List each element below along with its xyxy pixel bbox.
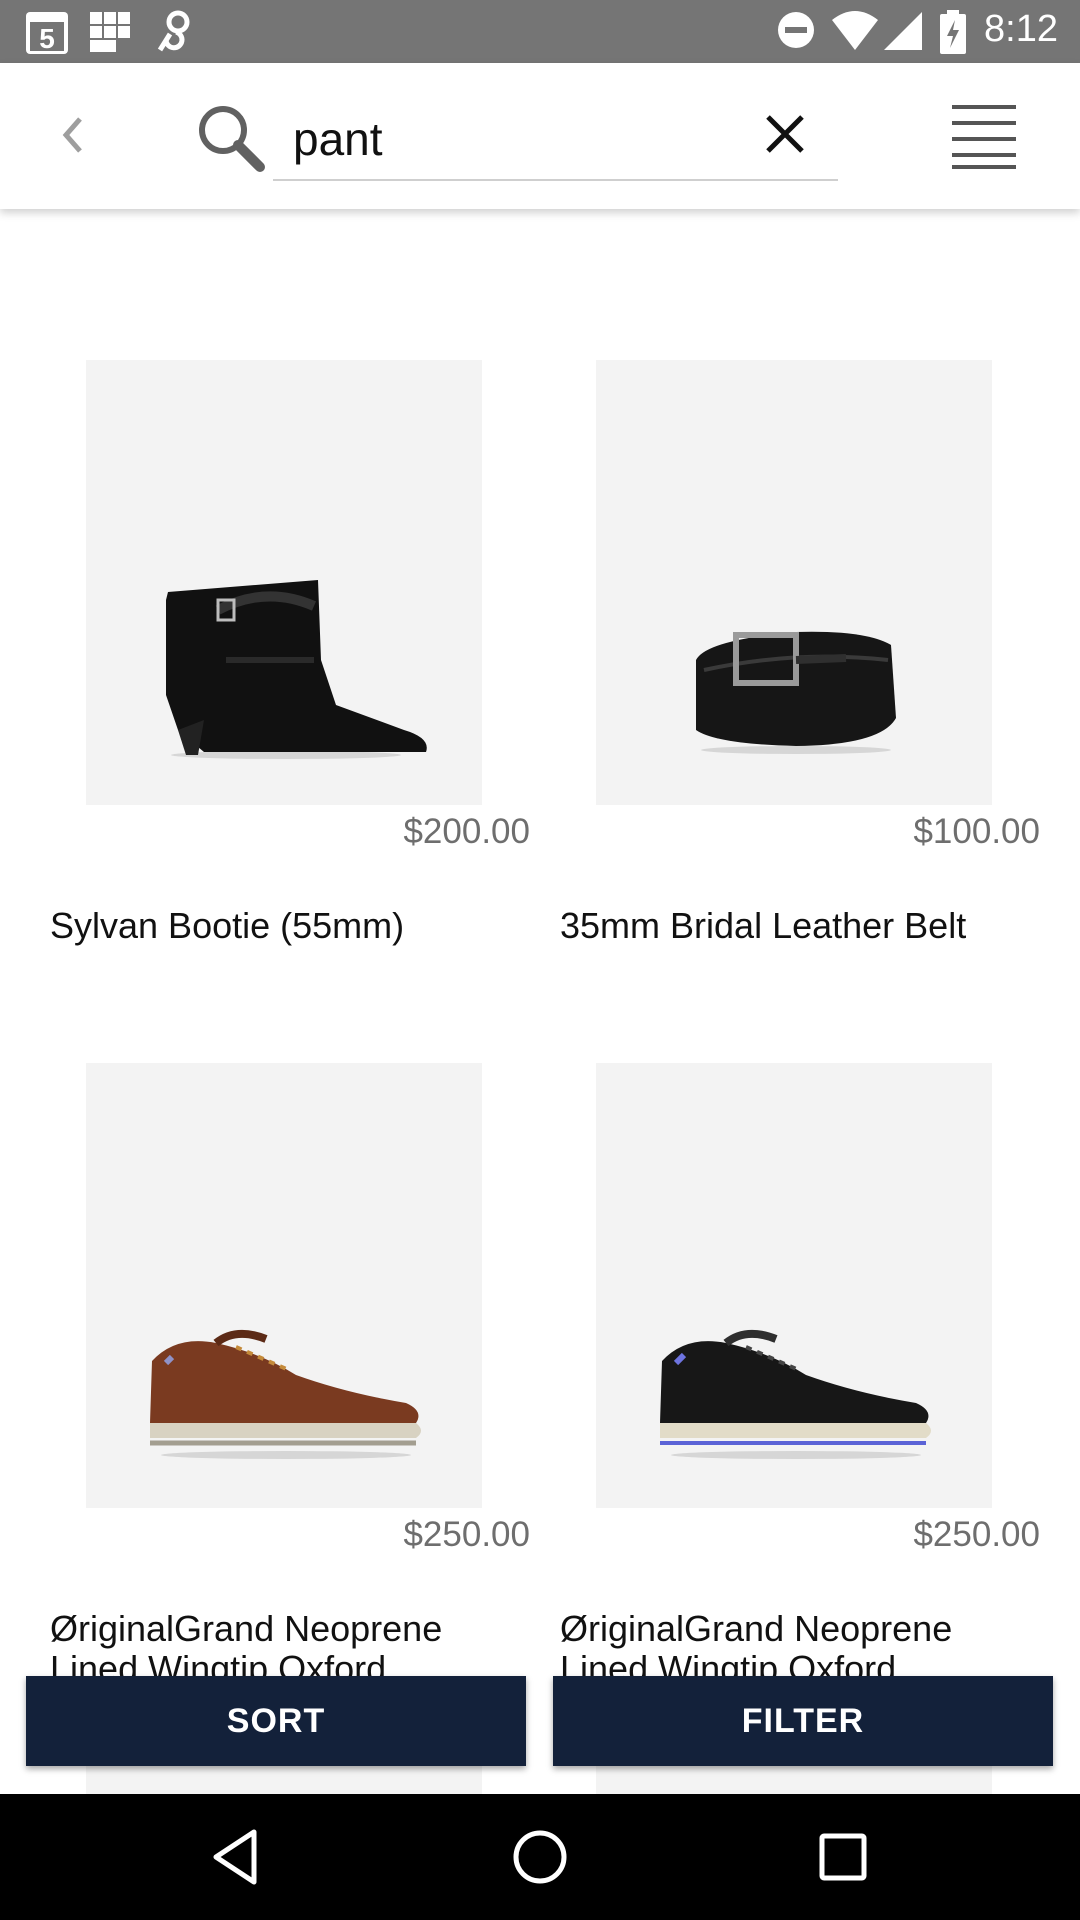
search-header [0, 63, 1080, 209]
product-image[interactable] [596, 1063, 992, 1508]
do-not-disturb-icon [776, 10, 816, 55]
product-image[interactable] [86, 360, 482, 805]
navigation-bar [0, 1794, 1080, 1920]
product-card[interactable]: $200.00 Sylvan Bootie (55mm) [50, 360, 560, 1060]
link-app-icon [152, 10, 192, 59]
signal-icon [882, 10, 924, 57]
product-image-partial [86, 1765, 482, 1794]
product-price: $250.00 [913, 1515, 1040, 1554]
product-image[interactable] [596, 360, 992, 805]
product-card[interactable]: $250.00 ØriginalGrand Neoprene Lined Win… [560, 1063, 1070, 1763]
status-time: 8:12 [984, 8, 1058, 50]
search-input[interactable] [273, 99, 838, 181]
product-card[interactable]: $250.00 ØriginalGrand Neoprene Lined Win… [50, 1063, 560, 1763]
home-circle-icon[interactable] [507, 1824, 573, 1890]
product-image[interactable] [86, 1063, 482, 1508]
product-price: $250.00 [403, 1515, 530, 1554]
wifi-icon [830, 10, 880, 57]
product-name[interactable]: Sylvan Bootie (55mm) [50, 906, 530, 946]
product-grid: $200.00 Sylvan Bootie (55mm) $100.00 35m… [0, 209, 1080, 1794]
recents-square-icon[interactable] [810, 1824, 876, 1890]
product-image-partial [596, 1765, 992, 1794]
chevron-left-icon[interactable] [52, 105, 92, 165]
screen: 5 8:12 pant $200.00 Sylvan Bootie (55mm)… [0, 0, 1080, 1920]
battery-charging-icon [938, 10, 968, 59]
close-icon[interactable] [760, 109, 810, 159]
back-triangle-icon[interactable] [204, 1824, 270, 1890]
product-name[interactable]: 35mm Bridal Leather Belt [560, 906, 1040, 946]
status-bar: 5 8:12 [0, 0, 1080, 63]
product-price: $200.00 [403, 812, 530, 851]
product-card[interactable]: $100.00 35mm Bridal Leather Belt [560, 360, 1070, 1060]
sort-button[interactable]: SORT [26, 1676, 526, 1766]
calendar-5-icon: 5 [24, 10, 70, 61]
grid-app-icon [88, 10, 132, 59]
hamburger-menu-icon[interactable] [950, 101, 1020, 171]
svg-text:5: 5 [39, 23, 55, 54]
filter-button[interactable]: FILTER [553, 1676, 1053, 1766]
search-icon [196, 103, 266, 173]
product-price: $100.00 [913, 812, 1040, 851]
